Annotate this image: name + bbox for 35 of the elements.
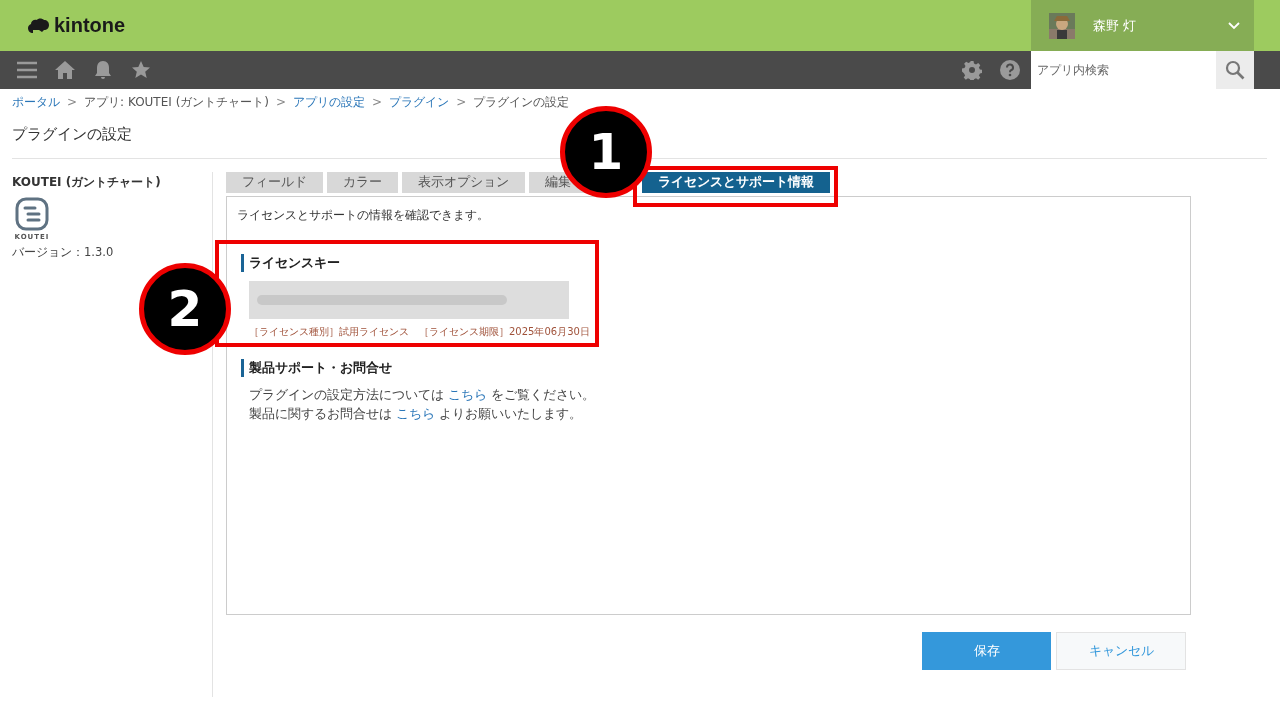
section-heading: ライセンスキー (241, 254, 1180, 272)
support-link[interactable]: こちら (448, 387, 487, 402)
plugin-icon (15, 197, 49, 231)
support-text: 製品に関するお問合せは こちら よりお願いいたします。 (249, 405, 583, 423)
breadcrumb-separator: > (67, 95, 78, 109)
plugin-name: KOUTEI (ガントチャート) (12, 174, 162, 191)
tab[interactable]: ライセンスとサポート情報 (642, 172, 830, 193)
breadcrumb-link[interactable]: アプリの設定 (293, 93, 366, 111)
breadcrumb-text: アプリ: KOUTEI (ガントチャート) (84, 93, 269, 111)
section-heading: 製品サポート・お問合せ (241, 359, 1180, 377)
breadcrumb-separator: > (276, 95, 287, 109)
breadcrumb-link[interactable]: プラグイン (389, 93, 450, 111)
breadcrumb-separator: > (372, 95, 383, 109)
intro-text: ライセンスとサポートの情報を確認できます。 (237, 207, 490, 224)
user-name: 森野 灯 (1093, 16, 1138, 35)
breadcrumb-link[interactable]: ポータル (12, 93, 60, 111)
callout-number: 2 (139, 263, 231, 355)
cancel-button[interactable]: キャンセル (1056, 632, 1186, 670)
breadcrumb-text: プラグインの設定 (473, 93, 570, 111)
support-text: プラグインの設定方法については こちら をご覧ください。 (249, 386, 596, 404)
plugin-version: バージョン：1.3.0 (12, 245, 115, 260)
tab[interactable]: カラー (327, 172, 398, 193)
blurred-key-field[interactable] (249, 281, 569, 319)
save-button[interactable]: 保存 (922, 632, 1051, 670)
search-button[interactable] (1216, 51, 1254, 89)
support-link[interactable]: こちら (396, 406, 435, 421)
tab[interactable]: フィールド (226, 172, 323, 193)
chevron-down-icon (1228, 21, 1240, 30)
app-logo: kintone (54, 14, 126, 37)
search-icon (1225, 60, 1245, 80)
breadcrumb-separator: > (456, 95, 467, 109)
cloud-logo-icon (28, 17, 50, 34)
search-field[interactable]: アプリ内検索 (1031, 51, 1216, 89)
tab[interactable]: 表示オプション (402, 172, 525, 193)
license-info: ［ライセンス種別］試用ライセンス ［ライセンス期限］2025年06月30日 (249, 325, 591, 339)
